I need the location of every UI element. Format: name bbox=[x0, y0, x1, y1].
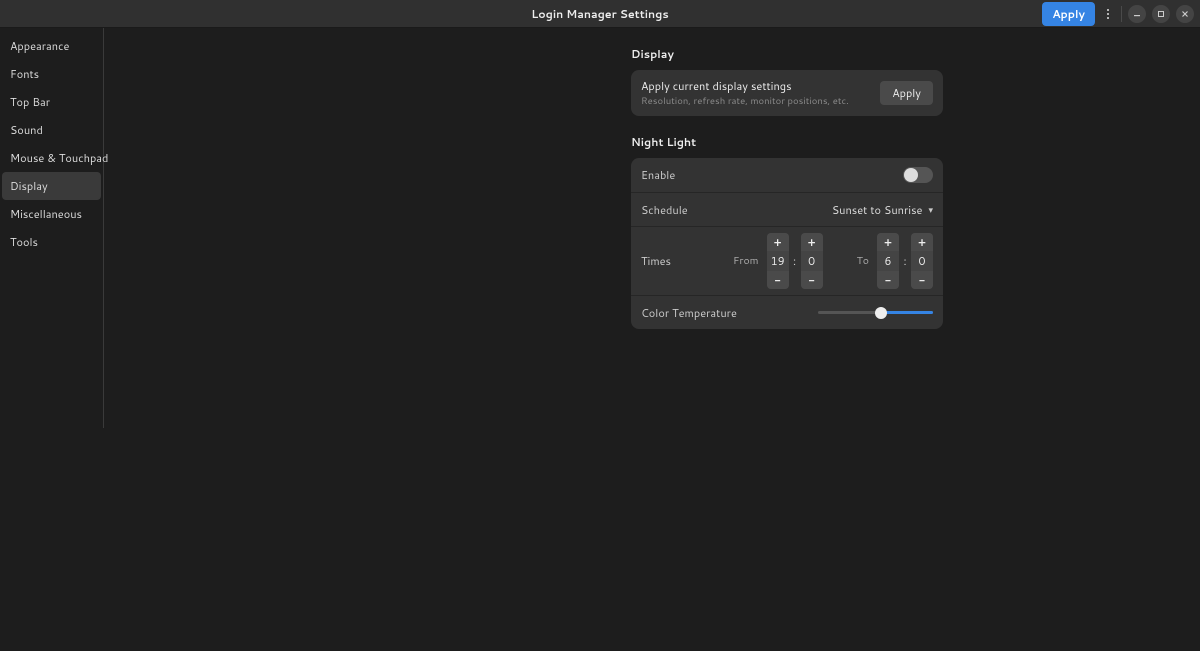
minimize-icon bbox=[1133, 10, 1141, 18]
to-min-minus[interactable]: − bbox=[911, 271, 933, 289]
to-hour-minus[interactable]: − bbox=[877, 271, 899, 289]
enable-switch[interactable] bbox=[903, 167, 933, 183]
to-label: To bbox=[857, 254, 869, 268]
schedule-row: Schedule Sunset to Sunrise ▾ bbox=[631, 192, 943, 226]
apply-display-subtitle: Resolution, refresh rate, monitor positi… bbox=[641, 95, 870, 108]
section-title-display: Display bbox=[631, 46, 943, 62]
apply-display-button[interactable]: Apply bbox=[880, 81, 933, 105]
separator bbox=[1121, 6, 1122, 22]
schedule-dropdown[interactable]: Sunset to Sunrise ▾ bbox=[832, 202, 933, 218]
from-min-minus[interactable]: − bbox=[801, 271, 823, 289]
sidebar-item-top-bar[interactable]: Top Bar bbox=[2, 88, 101, 116]
to-hour-plus[interactable]: + bbox=[877, 233, 899, 251]
from-hour-input[interactable] bbox=[767, 251, 789, 271]
enable-row: Enable bbox=[631, 158, 943, 192]
window-title: Login Manager Settings bbox=[0, 6, 1200, 22]
headerbar: Login Manager Settings Apply bbox=[0, 0, 1200, 28]
from-min-plus[interactable]: + bbox=[801, 233, 823, 251]
sidebar-item-tools[interactable]: Tools bbox=[2, 228, 101, 256]
sidebar-item-fonts[interactable]: Fonts bbox=[2, 60, 101, 88]
headerbar-right: Apply bbox=[1042, 2, 1194, 26]
sidebar-item-sound[interactable]: Sound bbox=[2, 116, 101, 144]
sidebar-item-miscellaneous[interactable]: Miscellaneous bbox=[2, 200, 101, 228]
to-min-stepper: + − bbox=[911, 233, 933, 289]
enable-label: Enable bbox=[641, 167, 893, 183]
headerbar-apply-button[interactable]: Apply bbox=[1042, 2, 1095, 26]
from-min-input[interactable] bbox=[801, 251, 823, 271]
to-min-plus[interactable]: + bbox=[911, 233, 933, 251]
main-area: Appearance Fonts Top Bar Sound Mouse & T… bbox=[0, 28, 1200, 651]
sidebar-item-appearance[interactable]: Appearance bbox=[2, 32, 101, 60]
to-hour-stepper: + − bbox=[877, 233, 899, 289]
to-hour-input[interactable] bbox=[877, 251, 899, 271]
colon: : bbox=[903, 253, 907, 269]
content: Display Apply current display settings R… bbox=[104, 28, 1200, 651]
slider-fill bbox=[881, 311, 933, 314]
sidebar-item-display[interactable]: Display bbox=[2, 172, 101, 200]
times-label: Times bbox=[641, 253, 723, 269]
from-min-stepper: + − bbox=[801, 233, 823, 289]
times-row: Times From + − : + − bbox=[631, 226, 943, 295]
close-button[interactable] bbox=[1176, 5, 1194, 23]
close-icon bbox=[1181, 10, 1189, 18]
section-title-night-light: Night Light bbox=[631, 134, 943, 150]
display-card: Apply current display settings Resolutio… bbox=[631, 70, 943, 116]
colon: : bbox=[793, 253, 797, 269]
night-light-card: Enable Schedule Sunset to Sunrise ▾ Time… bbox=[631, 158, 943, 329]
apply-display-row: Apply current display settings Resolutio… bbox=[631, 70, 943, 116]
switch-knob bbox=[904, 168, 918, 182]
maximize-button[interactable] bbox=[1152, 5, 1170, 23]
chevron-down-icon: ▾ bbox=[928, 203, 933, 216]
color-temp-slider[interactable] bbox=[818, 306, 933, 320]
color-temp-row: Color Temperature bbox=[631, 295, 943, 329]
from-hour-plus[interactable]: + bbox=[767, 233, 789, 251]
apply-display-title: Apply current display settings bbox=[641, 78, 870, 94]
from-group: From + − : + − bbox=[733, 233, 823, 289]
schedule-label: Schedule bbox=[641, 202, 822, 218]
apply-display-text: Apply current display settings Resolutio… bbox=[641, 78, 870, 108]
to-group: To + − : + − bbox=[857, 233, 933, 289]
slider-thumb bbox=[875, 307, 887, 319]
color-temp-label: Color Temperature bbox=[641, 305, 808, 321]
maximize-icon bbox=[1157, 10, 1165, 18]
menu-button[interactable] bbox=[1101, 3, 1115, 25]
from-hour-minus[interactable]: − bbox=[767, 271, 789, 289]
sidebar: Appearance Fonts Top Bar Sound Mouse & T… bbox=[0, 28, 104, 428]
from-label: From bbox=[733, 254, 759, 268]
content-inner: Display Apply current display settings R… bbox=[631, 46, 943, 651]
schedule-value: Sunset to Sunrise bbox=[832, 202, 923, 218]
sidebar-item-mouse-touchpad[interactable]: Mouse & Touchpad bbox=[2, 144, 101, 172]
to-min-input[interactable] bbox=[911, 251, 933, 271]
from-hour-stepper: + − bbox=[767, 233, 789, 289]
minimize-button[interactable] bbox=[1128, 5, 1146, 23]
